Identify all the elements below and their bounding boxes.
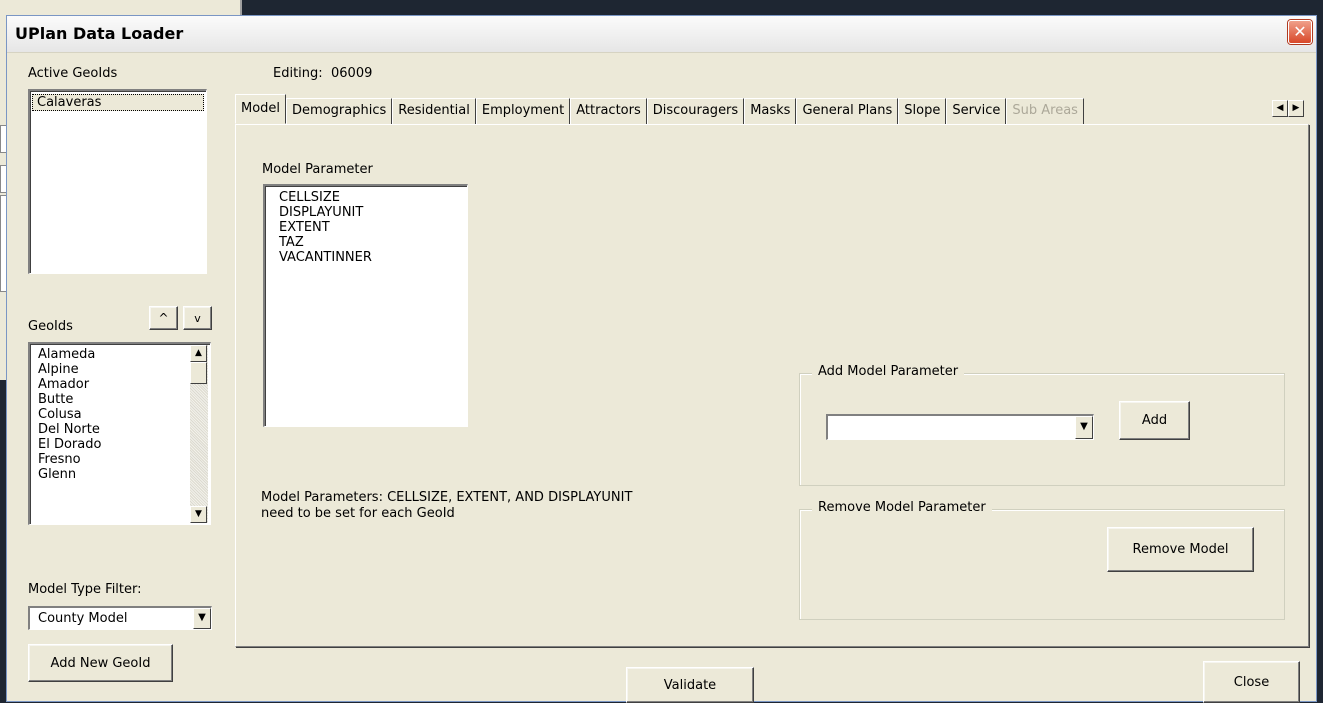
scroll-up-arrow-icon[interactable]: ▲ [190,345,207,362]
caret-up-icon: ^ [158,311,169,325]
move-up-button[interactable]: ^ [149,306,178,330]
active-geoids-list[interactable]: Calaveras [28,89,207,274]
tab-demographics[interactable]: Demographics [286,98,393,124]
validate-button[interactable]: Validate [626,667,754,703]
list-item[interactable]: VACANTINNER [265,250,467,265]
list-item[interactable]: Alameda [30,347,210,362]
scroll-thumb[interactable] [190,362,207,384]
list-item[interactable]: CELLSIZE [265,190,467,205]
list-item[interactable]: Fresno [30,452,210,467]
title-bar: UPlan Data Loader ✕ [7,16,1316,53]
tab-attractors[interactable]: Attractors [570,98,647,124]
list-item[interactable]: EXTENT [265,220,467,235]
active-geoids-label: Active GeoIds [28,66,118,81]
model-type-filter-value: County Model [38,611,128,626]
model-parameters-note: Model Parameters: CELLSIZE, EXTENT, AND … [261,490,633,505]
remove-model-button[interactable]: Remove Model [1107,527,1254,572]
move-down-button[interactable]: v [183,306,212,330]
geoids-list[interactable]: Alameda Alpine Amador Butte Colusa Del N… [28,342,211,525]
tab-scroll-left-icon[interactable]: ◀ [1272,100,1288,117]
list-item[interactable]: El Dorado [30,437,210,452]
model-tab-panel: Model Parameter CELLSIZE DISPLAYUNIT EXT… [235,124,1309,647]
list-item[interactable]: Alpine [30,362,210,377]
list-item[interactable]: Colusa [30,407,210,422]
model-type-filter-select[interactable]: County Model ▼ [28,606,212,630]
tab-slope[interactable]: Slope [898,98,947,124]
tab-sub-areas[interactable]: Sub Areas [1006,98,1084,124]
model-parameter-list[interactable]: CELLSIZE DISPLAYUNIT EXTENT TAZ VACANTIN… [263,184,468,427]
tab-general-plans[interactable]: General Plans [796,98,899,124]
tab-strip: Model Demographics Residential Employmen… [235,94,1084,124]
editing-label: Editing: [273,66,323,81]
model-parameters-note-line2: need to be set for each GeoId [261,506,455,521]
add-model-parameter-group: Add Model Parameter ▼ Add [799,364,1285,486]
list-item[interactable]: Calaveras [32,94,204,111]
model-parameter-label: Model Parameter [262,162,373,177]
geoids-scrollbar[interactable]: ▲ ▼ [190,345,208,523]
close-button[interactable]: Close [1203,661,1300,703]
list-item[interactable]: Glenn [30,467,210,482]
dropdown-arrow-icon[interactable]: ▼ [1075,416,1093,439]
scroll-down-arrow-icon[interactable]: ▼ [190,506,207,523]
add-model-parameter-title: Add Model Parameter [812,364,965,379]
list-item[interactable]: DISPLAYUNIT [265,205,467,220]
caret-down-icon: v [194,311,201,325]
list-item[interactable]: TAZ [265,235,467,250]
list-item[interactable]: Amador [30,377,210,392]
list-item[interactable]: Del Norte [30,422,210,437]
add-button[interactable]: Add [1119,401,1190,440]
tab-employment[interactable]: Employment [475,98,571,124]
list-item[interactable]: Butte [30,392,210,407]
tab-masks[interactable]: Masks [744,98,797,124]
tab-scroll-right-icon[interactable]: ▶ [1288,100,1304,117]
editing-value: 06009 [331,66,373,81]
add-new-geoid-button[interactable]: Add New GeoId [28,644,173,682]
tab-discouragers[interactable]: Discouragers [646,98,745,124]
geoids-label: GeoIds [28,319,73,334]
dialog-title: UPlan Data Loader [15,24,184,43]
tab-residential[interactable]: Residential [392,98,476,124]
close-icon: ✕ [1293,22,1307,41]
add-model-parameter-select[interactable]: ▼ [826,414,1094,440]
uplan-data-loader-dialog: UPlan Data Loader ✕ Active GeoIds Calave… [6,15,1317,703]
dropdown-arrow-icon[interactable]: ▼ [193,608,211,629]
tab-service[interactable]: Service [946,98,1007,124]
model-type-filter-label: Model Type Filter: [28,582,142,597]
close-window-button[interactable]: ✕ [1288,20,1312,44]
tab-model[interactable]: Model [235,94,287,124]
remove-model-parameter-group: Remove Model Parameter Remove Model [799,500,1285,620]
remove-model-parameter-title: Remove Model Parameter [812,500,992,515]
